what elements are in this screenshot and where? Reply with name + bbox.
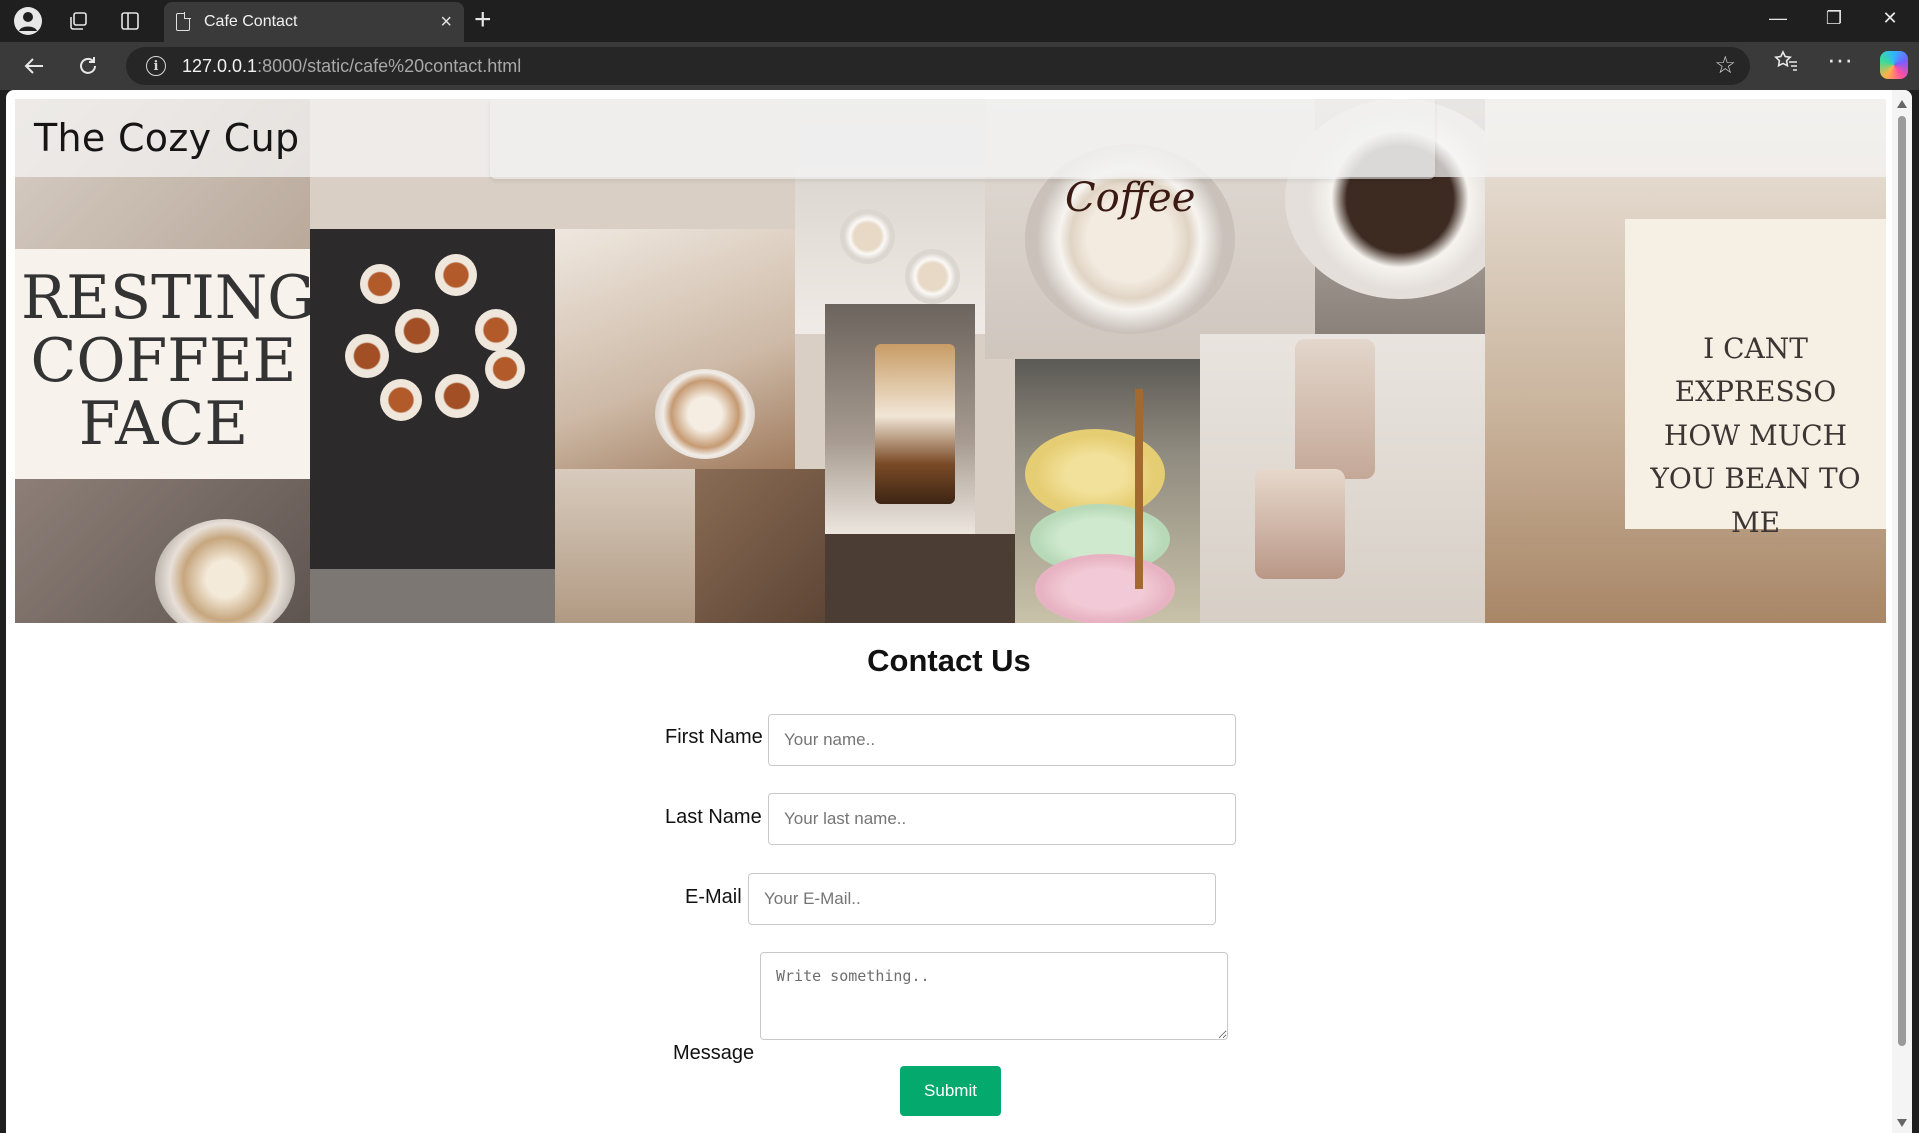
url-path: :8000/static/cafe%20contact.html [257,55,522,76]
first-name-label: First Name [665,726,763,748]
browser-tab[interactable]: Cafe Contact × [164,2,464,42]
coffee-mug-lettering: Coffee [1065,175,1196,221]
cant-expresso-sign: I CANT EXPRESSO HOW MUCH YOU BEAN TO ME [1650,332,1861,539]
tab-title: Cafe Contact [204,13,298,30]
window-close-button[interactable]: ✕ [1870,8,1910,29]
vertical-tabs-icon[interactable] [110,6,150,36]
message-textarea[interactable] [760,952,1228,1040]
page-viewport: RESTING COFFEE FACE Coffee I CANT EXPRES… [6,90,1912,1133]
copilot-icon[interactable] [1880,51,1908,79]
last-name-label: Last Name [665,806,762,828]
url-host: 127.0.0.1 [182,55,258,76]
profile-avatar-icon[interactable] [8,6,48,36]
hero-collage-image: RESTING COFFEE FACE Coffee I CANT EXPRES… [15,99,1886,623]
workspaces-icon[interactable] [58,6,98,36]
site-header: The Cozy Cup [15,99,1886,179]
favorites-icon[interactable] [1768,50,1804,78]
scroll-down-arrow-icon[interactable] [1897,1119,1907,1127]
more-options-icon[interactable]: ··· [1822,44,1858,75]
browser-tab-bar: Cafe Contact × + — ❐ ✕ [0,0,1919,42]
refresh-icon[interactable] [70,50,106,82]
favorite-star-icon[interactable]: ☆ [1714,51,1736,80]
scrollbar-thumb[interactable] [1898,116,1906,1046]
browser-toolbar: i 127.0.0.1:8000/static/cafe%20contact.h… [0,42,1919,90]
first-name-input[interactable] [768,714,1236,766]
submit-button[interactable]: Submit [900,1066,1001,1116]
message-label: Message [673,1042,755,1064]
resting-coffee-face-sign: RESTING COFFEE FACE [21,263,316,459]
page-scrollbar[interactable] [1892,90,1912,1133]
new-tab-button[interactable]: + [474,4,492,36]
page-icon [176,12,191,31]
restore-button[interactable]: ❐ [1814,8,1854,29]
email-label: E-Mail [685,886,742,908]
back-arrow-icon[interactable] [16,50,52,82]
close-tab-icon[interactable]: × [440,11,452,34]
site-info-icon[interactable]: i [146,56,166,76]
minimize-button[interactable]: — [1758,8,1798,29]
email-input[interactable] [748,873,1216,925]
last-name-input[interactable] [768,793,1236,845]
address-bar[interactable]: i 127.0.0.1:8000/static/cafe%20contact.h… [126,47,1750,85]
site-title: The Cozy Cup [34,116,300,160]
scroll-up-arrow-icon[interactable] [1897,100,1907,108]
contact-heading: Contact Us [867,643,1031,678]
